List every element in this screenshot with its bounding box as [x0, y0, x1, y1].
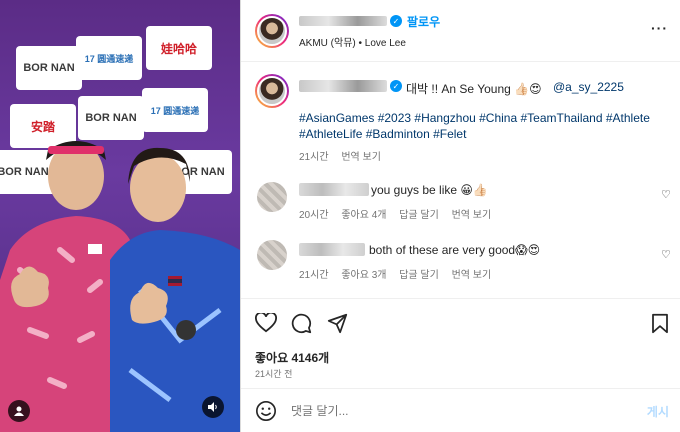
comment-meta: 21시간 좋아요 3개 답글 달기 번역 보기	[299, 266, 501, 281]
post-photo[interactable]: BOR NAN 17 圆通速递 娃哈哈 BOR NAN 安踏 BOR NAN 1…	[0, 0, 240, 432]
commenter-avatar-blurred[interactable]	[257, 182, 287, 212]
comment-text: you guys be like 😀👍🏻	[371, 183, 488, 197]
caption-mention[interactable]: @a_sy_2225	[553, 80, 624, 94]
caption-author-username-blurred[interactable]	[299, 80, 387, 92]
post-header: ✓ 팔로우 AKMU (악뮤) • Love Lee ···	[241, 0, 680, 62]
caption-meta: 21시간 번역 보기	[299, 148, 391, 163]
music-label[interactable]: AKMU (악뮤) • Love Lee	[299, 34, 406, 49]
sponsor-logo: 17 圆通速递	[76, 36, 142, 80]
posted-time: 21시간 전	[255, 369, 293, 379]
follow-button[interactable]: 팔로우	[407, 13, 440, 30]
caption-time: 21시간	[299, 152, 329, 163]
caption-hashtags[interactable]: #AthleteLife #Badminton #Felet	[299, 127, 466, 141]
comment-like-icon[interactable]: ♡	[661, 248, 671, 261]
comment-time: 20시간	[299, 210, 329, 221]
save-bookmark-icon[interactable]	[651, 313, 669, 334]
author-username-blurred[interactable]	[299, 16, 387, 26]
athlete-right	[110, 147, 240, 432]
caption-author-avatar[interactable]	[255, 74, 289, 108]
comment-reply-button[interactable]: 답글 달기	[399, 270, 439, 281]
sponsor-logo: 17 圆通速递	[142, 88, 208, 132]
comment-translate-button[interactable]: 번역 보기	[452, 270, 492, 281]
comment-reply-button[interactable]: 답글 달기	[399, 210, 439, 221]
like-heart-icon[interactable]	[255, 313, 277, 333]
comment-input[interactable]	[291, 401, 621, 421]
verified-badge-icon: ✓	[390, 80, 402, 92]
commenter-username-blurred[interactable]	[299, 183, 369, 196]
emoji-picker-icon[interactable]	[255, 400, 277, 422]
sponsor-logo: 娃哈哈	[146, 26, 212, 70]
caption-hashtags[interactable]: #AsianGames #2023 #Hangzhou #China #Team…	[299, 111, 650, 125]
comment-text: both of these are very good😱😍	[369, 243, 541, 257]
comment-likes[interactable]: 좋아요 3개	[341, 270, 386, 281]
comment-likes[interactable]: 좋아요 4개	[341, 210, 386, 221]
commenter-username-blurred[interactable]	[299, 243, 365, 256]
user-tag-icon[interactable]	[8, 400, 30, 422]
share-icon[interactable]	[327, 313, 348, 334]
sponsor-logo: BOR NAN	[78, 96, 144, 140]
comment-translate-button[interactable]: 번역 보기	[452, 210, 492, 221]
author-avatar[interactable]	[255, 14, 289, 48]
more-options-icon[interactable]: ···	[651, 20, 668, 36]
verified-badge-icon: ✓	[390, 15, 402, 27]
comment-meta: 20시간 좋아요 4개 답글 달기 번역 보기	[299, 206, 501, 221]
likes-count[interactable]: 좋아요 4146개	[255, 349, 329, 366]
volume-icon[interactable]	[202, 396, 224, 418]
caption-translate-button[interactable]: 번역 보기	[341, 152, 381, 163]
post-actions: 좋아요 4146개 21시간 전	[241, 298, 680, 388]
comment-icon[interactable]	[291, 313, 312, 334]
post-comment-button[interactable]: 게시	[647, 403, 669, 420]
caption-title: 대박 !! An Se Young 👍🏻😍	[406, 82, 542, 96]
comment-like-icon[interactable]: ♡	[661, 188, 671, 201]
add-comment-bar: 게시	[241, 388, 680, 432]
sponsor-logo: BOR NAN	[16, 46, 82, 90]
comment-time: 21시간	[299, 270, 329, 281]
post-detail-panel: ✓ 팔로우 AKMU (악뮤) • Love Lee ··· ✓ 대박 !! A…	[240, 0, 680, 432]
commenter-avatar-blurred[interactable]	[257, 240, 287, 270]
